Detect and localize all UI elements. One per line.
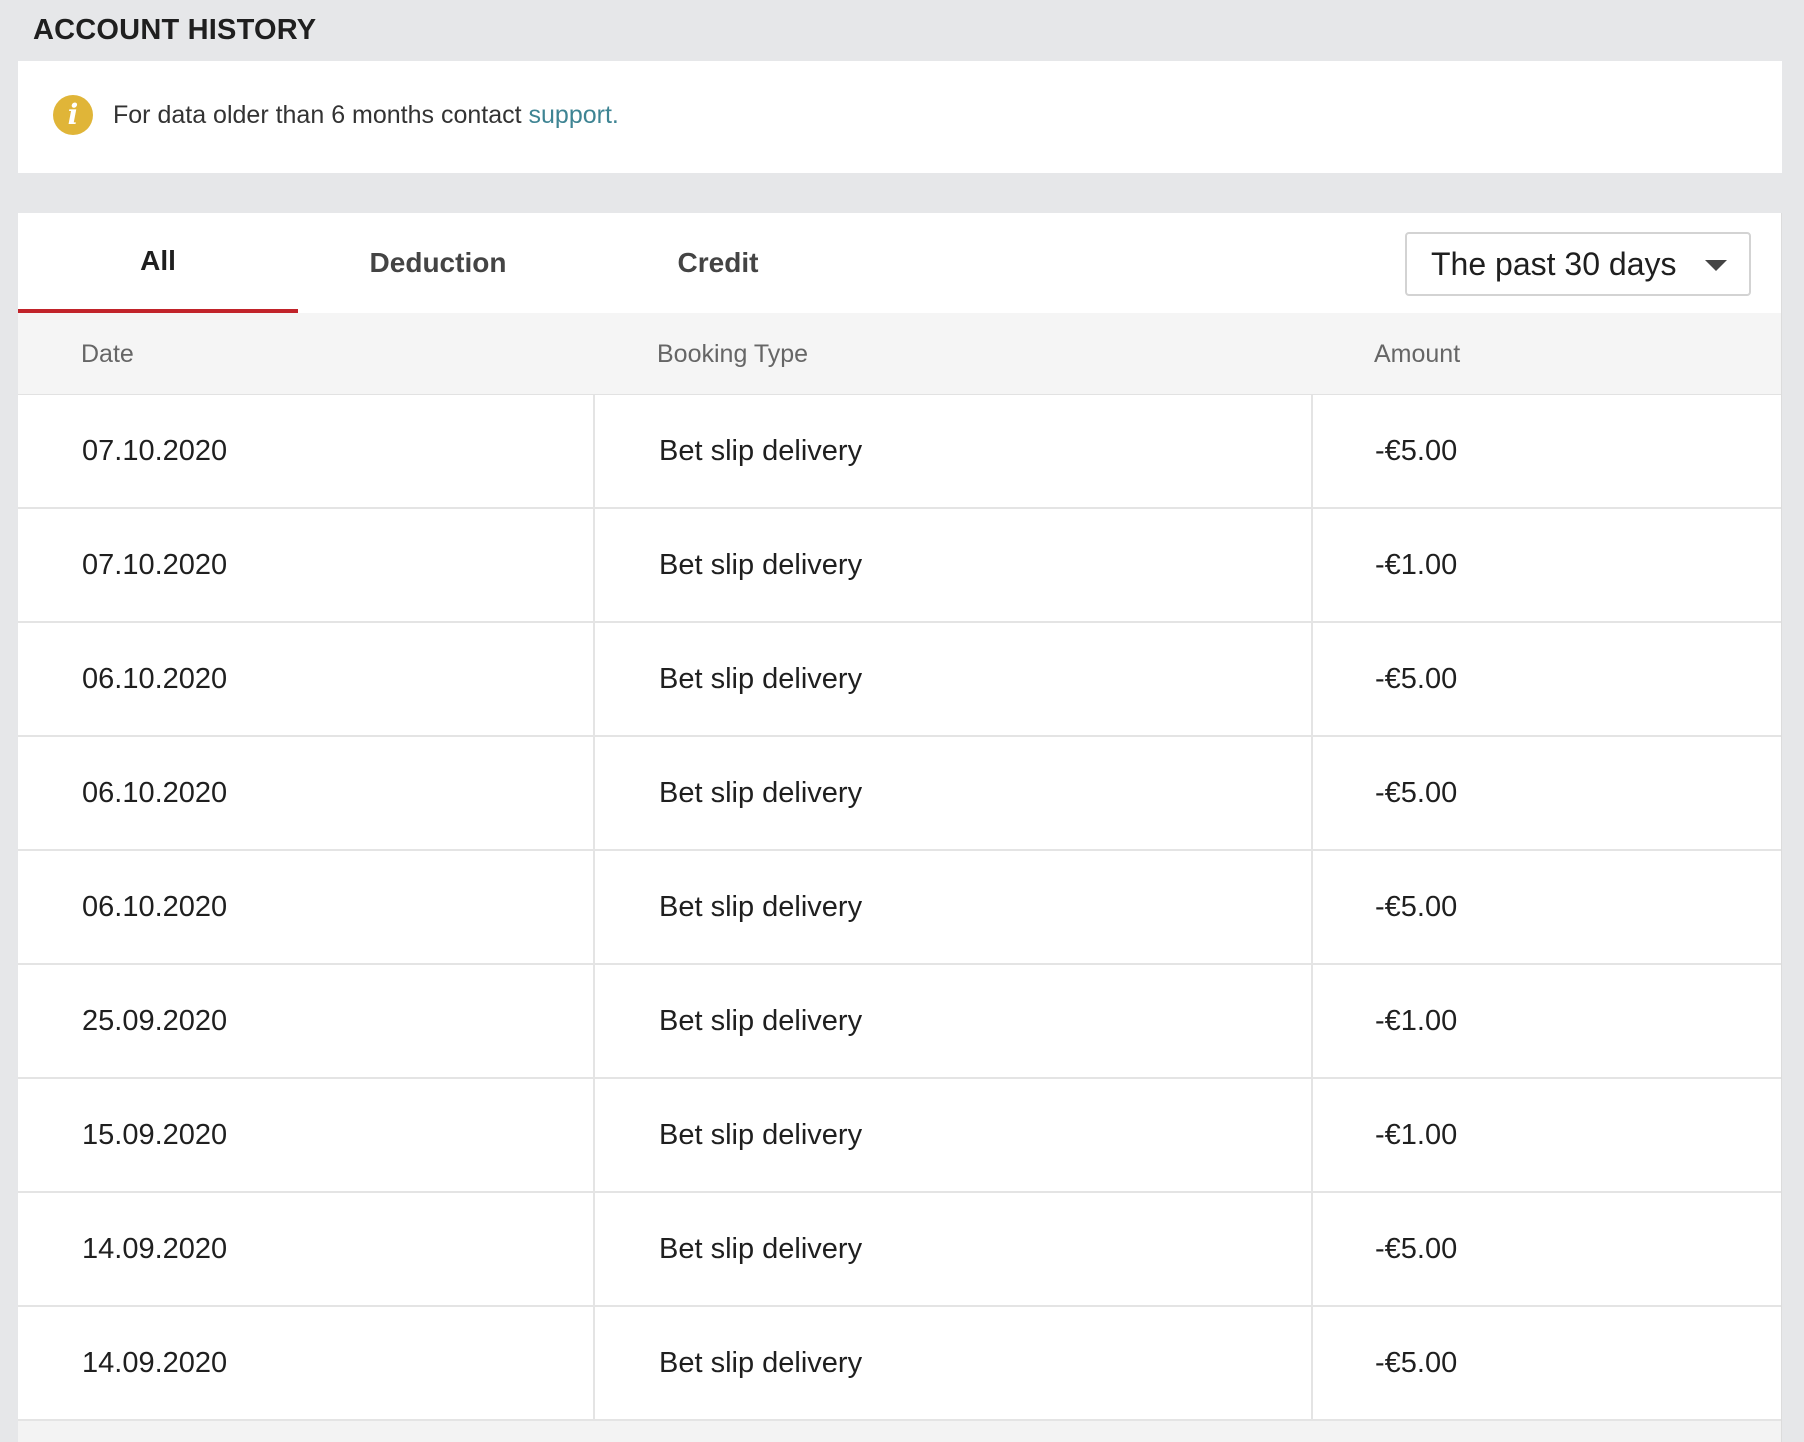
table-row: 14.09.2020 Bet slip delivery -€5.00 <box>18 1193 1781 1307</box>
table-body: 07.10.2020 Bet slip delivery -€5.00 07.1… <box>18 395 1781 1421</box>
row-booking-type: Bet slip delivery <box>595 965 1313 1077</box>
row-booking-type: Bet slip delivery <box>595 1307 1313 1419</box>
table-row: 14.09.2020 Bet slip delivery -€5.00 <box>18 1307 1781 1421</box>
row-date: 25.09.2020 <box>18 965 595 1077</box>
tab-all[interactable]: All <box>18 213 298 313</box>
row-amount: -€1.00 <box>1375 549 1458 581</box>
row-booking-type: Bet slip delivery <box>595 851 1313 963</box>
table-row: 07.10.2020 Bet slip delivery -€5.00 <box>18 395 1781 509</box>
period-select-value: The past 30 days <box>1431 246 1677 282</box>
row-amount: -€1.00 <box>1375 1119 1458 1151</box>
table-row: 07.10.2020 Bet slip delivery -€1.00 <box>18 509 1781 623</box>
info-notice: i For data older than 6 months contact s… <box>18 61 1782 173</box>
table-row: 25.09.2020 Bet slip delivery -€1.00 <box>18 965 1781 1079</box>
column-header-amount: Amount <box>1374 340 1461 368</box>
row-booking-type: Bet slip delivery <box>595 509 1313 621</box>
caret-down-icon <box>1705 260 1727 271</box>
info-icon: i <box>53 95 93 135</box>
notice-message: For data older than 6 months contact <box>113 101 529 129</box>
row-date: 15.09.2020 <box>18 1079 595 1191</box>
tab-deduction[interactable]: Deduction <box>298 213 578 313</box>
row-amount: -€1.00 <box>1375 1005 1458 1037</box>
column-header-date: Date <box>81 340 134 368</box>
row-date: 14.09.2020 <box>18 1307 595 1419</box>
column-header-booking-type: Booking Type <box>657 340 809 368</box>
row-booking-type: Bet slip delivery <box>595 1079 1313 1191</box>
row-date: 07.10.2020 <box>18 395 595 507</box>
row-date: 06.10.2020 <box>18 851 595 963</box>
row-amount: -€5.00 <box>1375 435 1458 467</box>
period-select[interactable]: The past 30 days <box>1405 232 1751 296</box>
notice-text: For data older than 6 months contact sup… <box>113 99 619 131</box>
table-footer <box>18 1421 1781 1442</box>
table-row: 06.10.2020 Bet slip delivery -€5.00 <box>18 851 1781 965</box>
row-amount: -€5.00 <box>1375 1347 1458 1379</box>
table-header: Date Booking Type Amount <box>18 313 1781 395</box>
row-date: 14.09.2020 <box>18 1193 595 1305</box>
row-date: 06.10.2020 <box>18 737 595 849</box>
row-booking-type: Bet slip delivery <box>595 737 1313 849</box>
row-date: 07.10.2020 <box>18 509 595 621</box>
row-amount: -€5.00 <box>1375 663 1458 695</box>
row-booking-type: Bet slip delivery <box>595 395 1313 507</box>
support-link[interactable]: support. <box>529 101 619 129</box>
row-amount: -€5.00 <box>1375 891 1458 923</box>
history-panel: All Deduction Credit The past 30 days Da… <box>18 213 1782 1442</box>
filter-tabs: All Deduction Credit The past 30 days <box>18 213 1781 313</box>
row-booking-type: Bet slip delivery <box>595 623 1313 735</box>
row-amount: -€5.00 <box>1375 1233 1458 1265</box>
table-row: 15.09.2020 Bet slip delivery -€1.00 <box>18 1079 1781 1193</box>
row-date: 06.10.2020 <box>18 623 595 735</box>
page-title: ACCOUNT HISTORY <box>33 14 317 46</box>
table-row: 06.10.2020 Bet slip delivery -€5.00 <box>18 623 1781 737</box>
tab-credit[interactable]: Credit <box>578 213 858 313</box>
row-booking-type: Bet slip delivery <box>595 1193 1313 1305</box>
table-row: 06.10.2020 Bet slip delivery -€5.00 <box>18 737 1781 851</box>
row-amount: -€5.00 <box>1375 777 1458 809</box>
